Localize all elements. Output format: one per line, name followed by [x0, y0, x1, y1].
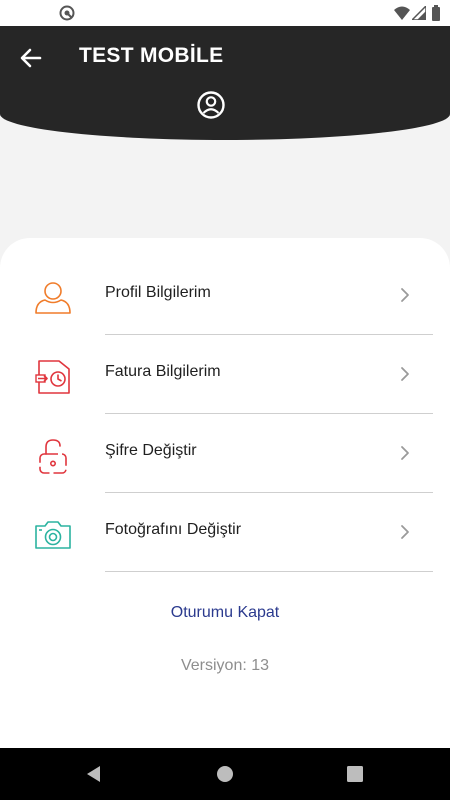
menu-item-label: Profil Bilgilerim [105, 284, 211, 301]
menu-item-change-photo[interactable]: Fotoğrafını Değiştir [0, 493, 450, 572]
version-text: Versiyon: 13 [180, 657, 270, 674]
header: TEST MOBİLE [0, 26, 450, 140]
battery-icon [432, 5, 440, 21]
lock-icon [39, 439, 67, 474]
invoice-icon [35, 360, 70, 394]
menu-item-billing-info[interactable]: Fatura Bilgilerim [0, 335, 450, 414]
home-circle-icon[interactable] [215, 764, 235, 784]
menu-item-label: Fotoğrafını Değiştir [105, 521, 242, 538]
account-circle-icon[interactable] [196, 90, 226, 120]
menu-item-profile-info[interactable]: Profil Bilgilerim [0, 256, 450, 335]
chevron-right-icon [401, 288, 409, 302]
recents-square-icon[interactable] [345, 764, 365, 784]
logout-link[interactable]: Oturumu Kapat [0, 604, 450, 622]
status-bar [0, 0, 450, 26]
page-title: TEST MOBİLE [79, 44, 224, 67]
user-outline-icon [35, 282, 71, 314]
menu-item-label: Fatura Bilgilerim [105, 363, 221, 380]
cell-signal-icon [412, 6, 426, 20]
profile-menu-card: Profil Bilgilerim Fatura Bilgilerim Şifr… [0, 238, 450, 748]
system-nav-bar [0, 748, 450, 800]
wifi-icon [394, 6, 410, 20]
chevron-right-icon [401, 446, 409, 460]
divider [105, 571, 433, 572]
back-arrow-icon[interactable] [18, 45, 44, 71]
camera-icon [35, 521, 71, 549]
menu-item-label: Şifre Değiştir [105, 442, 197, 459]
menu-item-change-password[interactable]: Şifre Değiştir [0, 414, 450, 493]
back-triangle-icon[interactable] [84, 764, 104, 784]
chevron-right-icon [401, 367, 409, 381]
app-notification-icon [59, 5, 75, 21]
chevron-right-icon [401, 525, 409, 539]
